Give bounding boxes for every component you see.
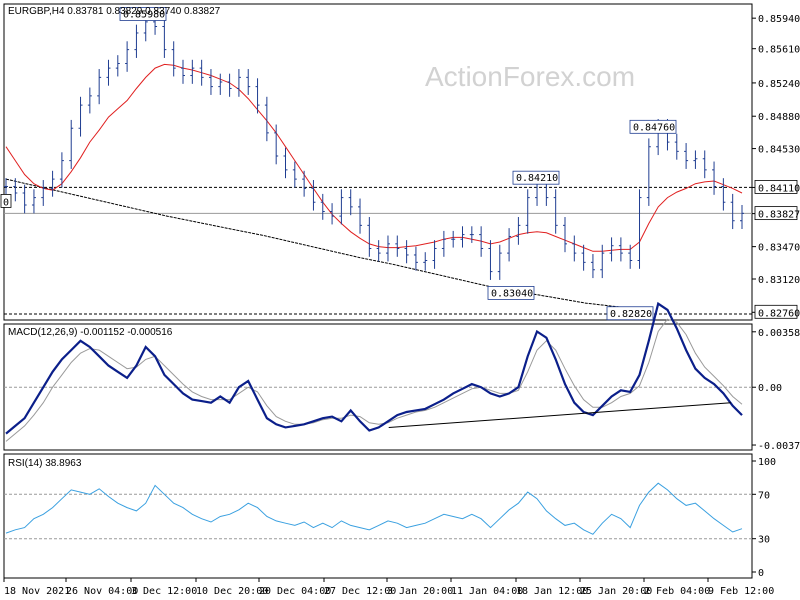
- level-callout-label: 0: [3, 197, 9, 208]
- macd-y-tick-label: 0.003584: [758, 328, 800, 339]
- level-callout-label: 0.82820: [610, 309, 652, 320]
- price-y-tick-label: 0.83470: [758, 243, 800, 254]
- chart-canvas: ActionForex.com 0.85940 0.85610 0.85240 0.8…: [0, 0, 800, 600]
- level-callout-label: 0.83040: [491, 288, 533, 299]
- level-callout-label: 0.84210: [516, 173, 558, 184]
- price-y-tick-label: 0.85240: [758, 79, 800, 90]
- x-tick-label: 26 Nov 04:00: [66, 586, 138, 597]
- level-callout-label: 0.84760: [633, 122, 675, 133]
- macd-y-tick-label: -0.003737: [758, 441, 800, 452]
- macd-y-tick-label: 0.00: [758, 383, 782, 394]
- x-tick-label: 3 Dec 12:00: [131, 586, 197, 597]
- price-y-tick-label: 0.83827: [758, 210, 800, 221]
- price-y-tick-label: 0.84110: [758, 183, 800, 194]
- price-title: EURGBP,H4 0.83781 0.83829 0.83740 0.8382…: [8, 6, 221, 17]
- price-y-tick-label: 0.85610: [758, 45, 800, 56]
- x-tick-label: 10 Dec 20:00: [196, 586, 268, 597]
- price-y-tick-label: 0.84880: [758, 112, 800, 123]
- price-y-tick-label: 0.82760: [758, 308, 800, 319]
- price-y-tick-label: 0.83120: [758, 275, 800, 286]
- x-tick-label: 18 Jan 12:00: [516, 586, 588, 597]
- price-y-tick-label: 0.85940: [758, 14, 800, 25]
- x-tick-label: 25 Jan 20:00: [580, 586, 652, 597]
- x-tick-label: 3 Jan 20:00: [387, 586, 453, 597]
- rsi-y-tick-label: 70: [758, 490, 770, 501]
- chart-background: [0, 0, 800, 600]
- x-tick-label: 20 Dec 04:00: [259, 586, 331, 597]
- x-tick-label: 18 Nov 2021: [4, 586, 70, 597]
- rsi-title: RSI(14) 38.8963: [8, 458, 82, 469]
- price-y-tick-label: 0.84530: [758, 145, 800, 156]
- rsi-y-tick-label: 0: [758, 568, 764, 579]
- x-tick-label: 9 Feb 12:00: [708, 586, 774, 597]
- x-tick-label: 11 Jan 04:00: [451, 586, 523, 597]
- rsi-y-tick-label: 30: [758, 535, 770, 546]
- x-tick-label: 2 Feb 04:00: [644, 586, 710, 597]
- watermark: ActionForex.com: [425, 61, 635, 92]
- macd-title: MACD(12,26,9) -0.001152 -0.000516: [8, 327, 173, 338]
- rsi-y-tick-label: 100: [758, 457, 776, 468]
- x-tick-label: 27 Dec 12:00: [324, 586, 396, 597]
